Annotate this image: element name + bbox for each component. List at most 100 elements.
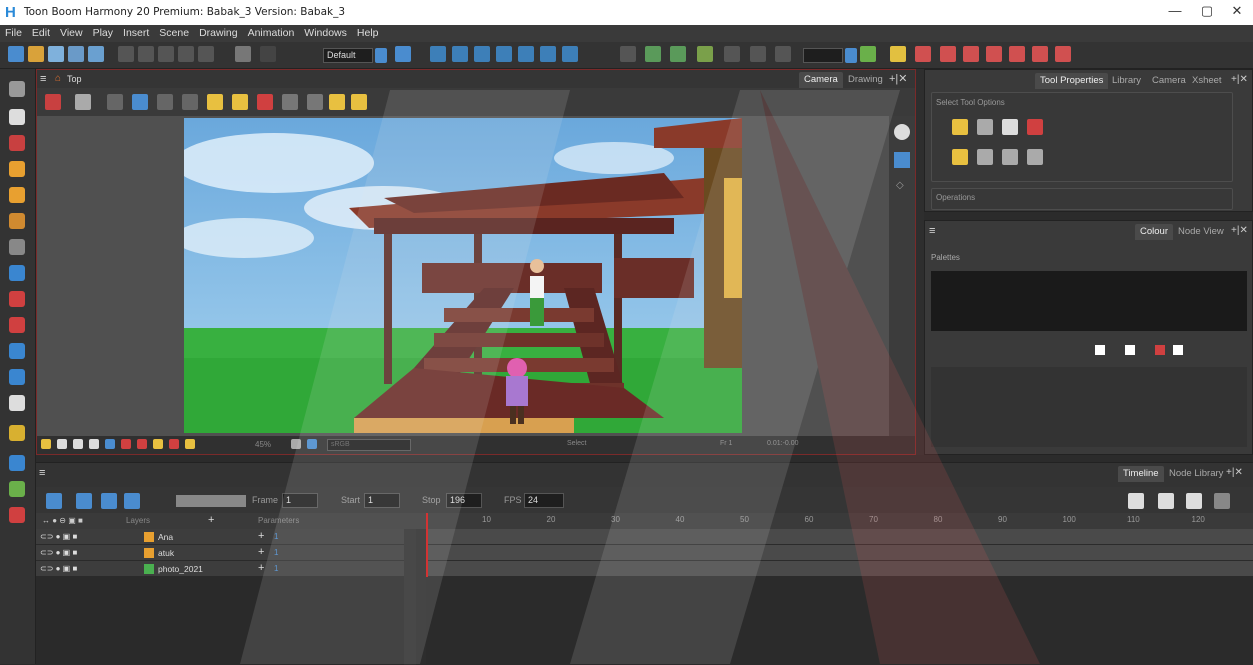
- abc-icon[interactable]: [1214, 493, 1230, 509]
- tab-tool-properties[interactable]: Tool Properties: [1035, 73, 1109, 89]
- frame-icon[interactable]: [73, 439, 83, 449]
- snap-icon[interactable]: [430, 46, 446, 62]
- scrub-sound-icon[interactable]: [124, 493, 140, 509]
- color-swatch[interactable]: [803, 48, 843, 63]
- hamburger-icon[interactable]: ≡: [40, 73, 46, 85]
- save-as-icon[interactable]: [68, 46, 84, 62]
- text-tool-icon[interactable]: [9, 239, 25, 255]
- deformer-icon[interactable]: [620, 46, 636, 62]
- camera-mask-icon[interactable]: [45, 94, 61, 110]
- paint-pot-icon[interactable]: [9, 507, 25, 523]
- hand-tool-icon[interactable]: [9, 395, 25, 411]
- lock-footer-icon[interactable]: [137, 439, 147, 449]
- add-layer-icon[interactable]: +: [208, 514, 214, 526]
- select-rotate-icon[interactable]: [1002, 149, 1018, 165]
- timeline-menu-icon[interactable]: ≡: [39, 467, 45, 479]
- render-icon[interactable]: [235, 46, 251, 62]
- tab-colour[interactable]: Colour: [1135, 224, 1173, 240]
- hash2-icon[interactable]: [775, 46, 791, 62]
- layer-toggles-icon[interactable]: ↔ ● ⊖ ▣ ■: [42, 516, 83, 525]
- breadcrumb[interactable]: Top: [67, 74, 82, 84]
- loop-icon[interactable]: [76, 493, 92, 509]
- menu-item-animation[interactable]: Animation: [243, 25, 300, 41]
- tab-timeline[interactable]: Timeline: [1118, 466, 1164, 482]
- tab-drawing[interactable]: Drawing: [843, 72, 888, 88]
- cutter-tool-icon[interactable]: [9, 369, 25, 385]
- eye-icon[interactable]: [894, 124, 910, 140]
- expand-layer-icon[interactable]: +: [258, 530, 264, 542]
- light-table-toggle-icon[interactable]: [351, 94, 367, 110]
- layer-name[interactable]: atuk: [158, 548, 174, 558]
- select-paint-icon[interactable]: [1027, 119, 1043, 135]
- ia-icon[interactable]: [1055, 46, 1071, 62]
- light-table-icon[interactable]: [518, 46, 534, 62]
- menu-item-help[interactable]: Help: [352, 25, 384, 41]
- key-icon[interactable]: [915, 46, 931, 62]
- hash-icon[interactable]: [750, 46, 766, 62]
- brush-tool-icon[interactable]: [9, 135, 25, 151]
- gear-footer-icon[interactable]: [291, 439, 301, 449]
- onion-icon[interactable]: [329, 94, 345, 110]
- shift-trace-icon[interactable]: [540, 46, 556, 62]
- add-keyframe-icon[interactable]: [1158, 493, 1174, 509]
- menu-item-scene[interactable]: Scene: [154, 25, 194, 41]
- layer-toggles[interactable]: ⊂⊃ ● ▣ ■: [40, 564, 77, 573]
- pencil-line-icon[interactable]: [257, 94, 273, 110]
- swatch-white-1[interactable]: [1095, 345, 1105, 355]
- colour-menu-icon[interactable]: ≡: [929, 225, 935, 237]
- ka-icon[interactable]: [1009, 46, 1025, 62]
- workspace-select[interactable]: Default: [323, 48, 373, 63]
- menu-item-file[interactable]: File: [0, 25, 27, 41]
- frame-ruler[interactable]: 10 20 30 40 50 60 70 80 90 100 110 120: [426, 513, 1253, 529]
- transform-tool-icon[interactable]: [9, 425, 25, 441]
- unlock-icon[interactable]: [232, 94, 248, 110]
- play-icon[interactable]: [46, 493, 62, 509]
- tab-camera-right[interactable]: Camera: [1147, 73, 1191, 89]
- maximize-button[interactable]: ▢: [1192, 3, 1222, 21]
- dropper-tool-icon[interactable]: [9, 317, 25, 333]
- sound-icon[interactable]: [101, 493, 117, 509]
- camera-footer-icon[interactable]: [185, 439, 195, 449]
- menu-item-insert[interactable]: Insert: [118, 25, 154, 41]
- menu-item-play[interactable]: Play: [88, 25, 118, 41]
- open-scene-icon[interactable]: [28, 46, 44, 62]
- swatch-white-3[interactable]: [1173, 345, 1183, 355]
- lightning-icon[interactable]: [153, 439, 163, 449]
- pivot-icon[interactable]: [670, 46, 686, 62]
- colorspace-select[interactable]: sRGB: [327, 439, 411, 451]
- menu-item-view[interactable]: View: [55, 25, 88, 41]
- cut-icon[interactable]: [158, 46, 174, 62]
- rotate-icon[interactable]: [105, 439, 115, 449]
- marquee-icon[interactable]: [977, 119, 993, 135]
- layers-icon[interactable]: [894, 152, 910, 168]
- playhead[interactable]: [426, 513, 428, 577]
- layer-row[interactable]: ⊂⊃ ● ▣ ■ Ana +1: [36, 529, 404, 545]
- tab-library[interactable]: Library: [1107, 73, 1146, 89]
- onion-footer-icon[interactable]: [169, 439, 179, 449]
- fps-select[interactable]: 24: [524, 493, 564, 508]
- save-icon[interactable]: [48, 46, 64, 62]
- colour-list[interactable]: [931, 367, 1247, 447]
- lasso-icon[interactable]: [952, 119, 968, 135]
- layer-name[interactable]: Ana: [158, 532, 173, 542]
- grid-toggle-icon[interactable]: [107, 94, 123, 110]
- safe-area-icon[interactable]: [157, 94, 173, 110]
- add-panel-right-icon[interactable]: +|✕: [1231, 74, 1248, 85]
- add-panel-colour-icon[interactable]: +|✕: [1231, 225, 1248, 236]
- layer-row[interactable]: ⊂⊃ ● ▣ ■ photo_2021 +1: [36, 561, 404, 577]
- add-panel-timeline-icon[interactable]: +|✕: [1226, 467, 1243, 478]
- add-panel-icon[interactable]: +|✕: [889, 72, 908, 85]
- grid-icon[interactable]: [496, 46, 512, 62]
- redo-icon[interactable]: [138, 46, 154, 62]
- frame-input[interactable]: 1: [282, 493, 318, 508]
- eraser-tool-icon[interactable]: [9, 213, 25, 229]
- frame-row[interactable]: [426, 529, 1253, 545]
- remove-keyframe-icon[interactable]: [1186, 493, 1202, 509]
- select-drawing-icon[interactable]: [860, 46, 876, 62]
- field-guide-icon[interactable]: [132, 94, 148, 110]
- lock-a-icon[interactable]: [182, 94, 198, 110]
- paint-tool-icon[interactable]: [9, 291, 25, 307]
- lock-b-icon[interactable]: [207, 94, 223, 110]
- diamond-icon[interactable]: ◇: [896, 180, 904, 191]
- select-smooth-icon[interactable]: [1027, 149, 1043, 165]
